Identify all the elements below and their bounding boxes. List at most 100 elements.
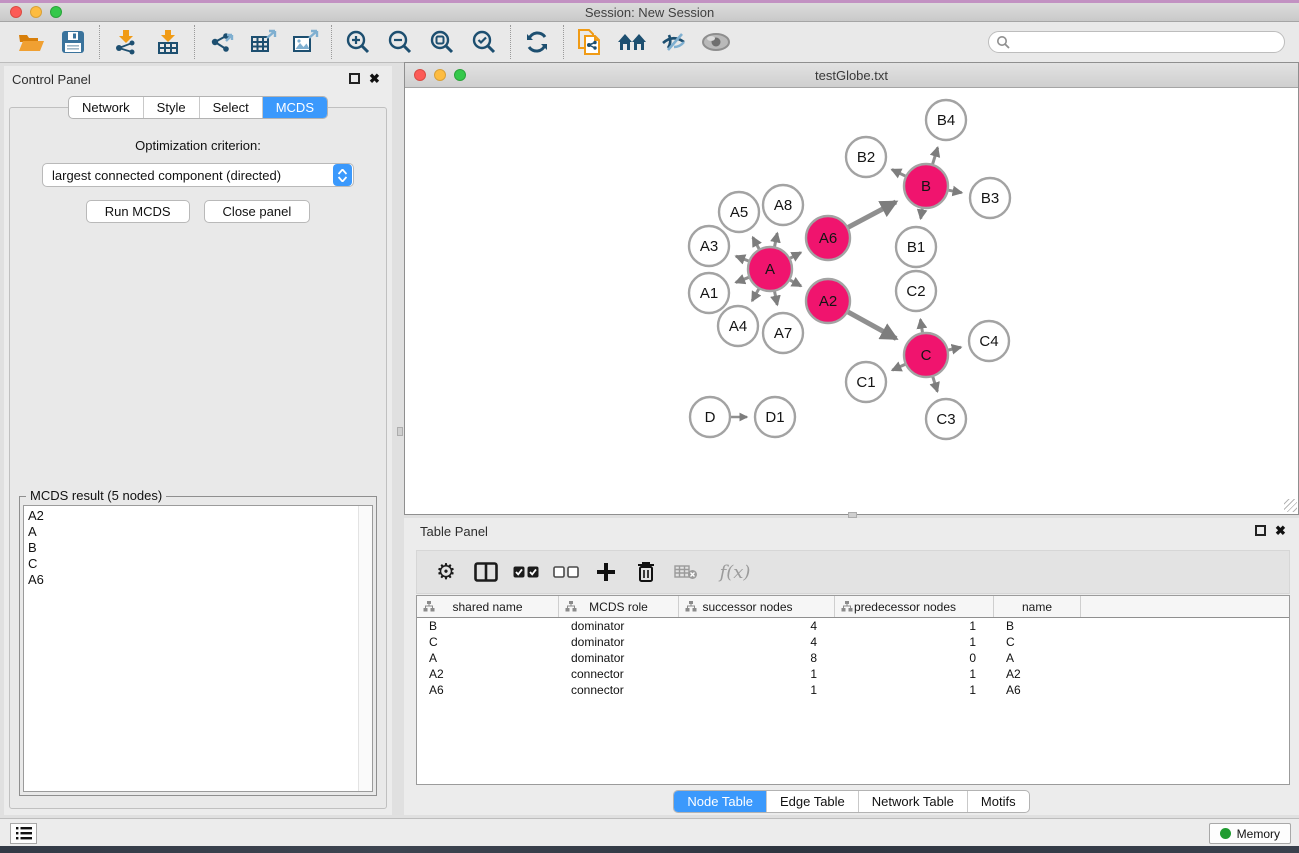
export-image-button[interactable] — [284, 24, 326, 60]
table-cell: 1 — [835, 682, 994, 698]
tab-node-table[interactable]: Node Table — [674, 791, 766, 812]
graph-edge-A-A7[interactable] — [774, 291, 777, 305]
mcds-result-groupbox: MCDS result (5 nodes) A2ABCA6 — [19, 496, 377, 796]
tab-mcds[interactable]: MCDS — [262, 97, 327, 118]
table-row[interactable]: A2connector11A2 — [417, 666, 1289, 682]
graph-edge-A-A1[interactable] — [736, 277, 750, 282]
tab-edge-table[interactable]: Edge Table — [766, 791, 858, 812]
delete-column-button[interactable] — [633, 557, 659, 587]
split-view-button[interactable] — [473, 557, 499, 587]
export-network-button[interactable] — [200, 24, 242, 60]
add-column-button[interactable] — [593, 557, 619, 587]
export-table-button[interactable] — [242, 24, 284, 60]
float-panel-icon[interactable] — [349, 73, 360, 84]
zoom-selected-button[interactable] — [463, 24, 505, 60]
float-table-panel-icon[interactable] — [1255, 525, 1266, 536]
tab-network[interactable]: Network — [69, 97, 143, 118]
table-header-row: shared nameMCDS rolesuccessor nodesprede… — [417, 596, 1289, 618]
table-cell: B — [994, 618, 1081, 634]
graph-edge-B-B4[interactable] — [932, 148, 937, 165]
criterion-dropdown[interactable]: largest connected component (directed) — [42, 163, 354, 187]
graph-edge-C-C3[interactable] — [933, 376, 938, 392]
graph-edge-C-C4[interactable] — [947, 347, 960, 350]
select-all-checkboxes-button[interactable] — [513, 557, 539, 587]
search-field[interactable] — [988, 31, 1285, 53]
graph-edge-A-A3[interactable] — [736, 256, 749, 261]
close-panel-icon[interactable]: ✖ — [369, 73, 380, 84]
delete-table-button[interactable] — [673, 557, 699, 587]
column-settings-button[interactable]: ⚙ — [433, 557, 459, 587]
import-network-icon — [113, 29, 139, 55]
show-all-button[interactable] — [695, 24, 737, 60]
column-header-predecessor-nodes[interactable]: predecessor nodes — [835, 596, 994, 617]
save-session-button[interactable] — [52, 24, 94, 60]
search-input[interactable] — [1014, 33, 1284, 51]
table-cell: A — [417, 650, 559, 666]
mcds-result-item[interactable]: C — [28, 556, 358, 572]
graph-edge-C-C2[interactable] — [920, 319, 922, 333]
mcds-result-item[interactable]: A — [28, 524, 358, 540]
zoom-in-button[interactable] — [337, 24, 379, 60]
close-table-panel-icon[interactable]: ✖ — [1275, 525, 1286, 536]
mcds-result-item[interactable]: B — [28, 540, 358, 556]
graph-edge-A2-C[interactable] — [847, 312, 896, 339]
column-header-successor-nodes[interactable]: successor nodes — [679, 596, 835, 617]
tab-network-table[interactable]: Network Table — [858, 791, 967, 812]
import-table-button[interactable] — [147, 24, 189, 60]
column-header-shared-name[interactable]: shared name — [417, 596, 559, 617]
graph-edge-C-C1[interactable] — [892, 364, 906, 370]
close-panel-button[interactable]: Close panel — [204, 200, 311, 223]
run-mcds-button[interactable]: Run MCDS — [86, 200, 190, 223]
list-icon — [16, 827, 32, 840]
eye-slash-icon — [660, 30, 688, 54]
graph-edge-A-A5[interactable] — [753, 237, 760, 249]
graph-edge-B-B1[interactable] — [921, 208, 923, 219]
graph-node-label: B1 — [907, 239, 925, 256]
table-row[interactable]: Adominator80A — [417, 650, 1289, 666]
graph-edge-A-A4[interactable] — [752, 288, 759, 301]
graph-node-label: C2 — [906, 283, 925, 300]
graph-node-label: C4 — [979, 333, 998, 350]
memory-button[interactable]: Memory — [1209, 823, 1291, 844]
column-header-mcds-role[interactable]: MCDS role — [559, 596, 679, 617]
table-row[interactable]: Bdominator41B — [417, 618, 1289, 634]
network-canvas[interactable]: B4B2BB3A5A8A6B1A3AC2A1A2A4A7C4CC1DD1C3 — [405, 88, 1298, 513]
mcds-result-item[interactable]: A2 — [28, 508, 358, 524]
show-hide-panels-button[interactable] — [611, 24, 653, 60]
window-resize-grip[interactable] — [1284, 499, 1297, 512]
deselect-all-checkboxes-button[interactable] — [553, 557, 579, 587]
graph-edge-B-B2[interactable] — [892, 170, 906, 177]
function-builder-button[interactable]: f(x) — [713, 557, 757, 587]
horizontal-splitter-handle[interactable] — [848, 512, 857, 518]
graph-node-label: A7 — [774, 325, 792, 342]
mcds-result-item[interactable]: A6 — [28, 572, 358, 588]
graph-node-label: B4 — [937, 112, 955, 129]
application-window: Session: New Session — [0, 0, 1299, 853]
panel-splitter-handle[interactable] — [397, 427, 403, 436]
toolbar-separator — [194, 25, 195, 59]
tab-select[interactable]: Select — [199, 97, 262, 118]
hide-selected-button[interactable] — [653, 24, 695, 60]
table-row[interactable]: Cdominator41C — [417, 634, 1289, 650]
column-header-name[interactable]: name — [994, 596, 1081, 617]
graph-edge-B-B3[interactable] — [948, 190, 962, 193]
graph-edge-A-A6[interactable] — [789, 253, 800, 259]
table-row[interactable]: A6connector11A6 — [417, 682, 1289, 698]
tab-motifs[interactable]: Motifs — [967, 791, 1029, 812]
graph-edge-A-A2[interactable] — [789, 280, 801, 286]
zoom-out-button[interactable] — [379, 24, 421, 60]
network-window-titlebar[interactable]: testGlobe.txt — [405, 63, 1298, 88]
tab-style[interactable]: Style — [143, 97, 199, 118]
task-history-button[interactable] — [10, 823, 37, 844]
new-network-from-selection-button[interactable] — [569, 24, 611, 60]
result-list-scrollbar[interactable] — [358, 506, 372, 791]
graph-edge-A-A8[interactable] — [774, 233, 777, 247]
apply-layout-button[interactable] — [516, 24, 558, 60]
zoom-fit-button[interactable] — [421, 24, 463, 60]
import-network-button[interactable] — [105, 24, 147, 60]
mcds-result-list[interactable]: A2ABCA6 — [23, 505, 373, 792]
graph-edge-A6-B[interactable] — [847, 202, 896, 228]
export-image-icon — [292, 29, 319, 55]
criterion-value: largest connected component (directed) — [43, 168, 333, 183]
open-session-button[interactable] — [10, 24, 52, 60]
